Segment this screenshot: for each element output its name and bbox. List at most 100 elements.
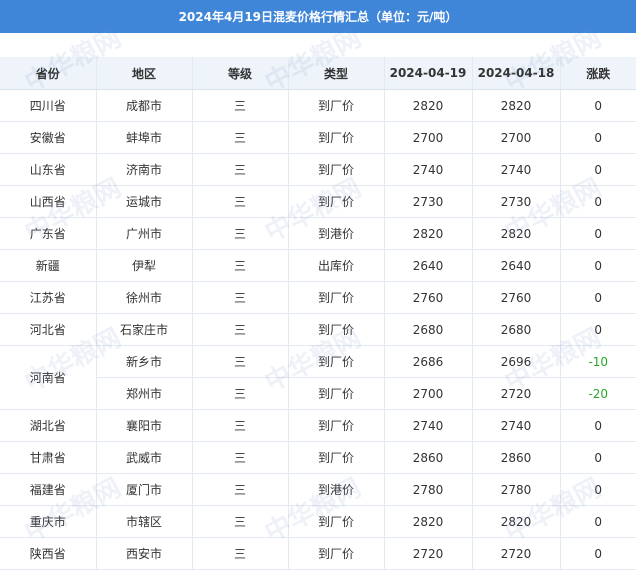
table-row: 山东省 济南市三到厂价 2740 2740 0 (0, 153, 636, 186)
cell-type: 到厂价 (288, 377, 385, 410)
cell-price-0419: 2700 (384, 121, 473, 154)
cell-price-0418: 2720 (472, 377, 561, 410)
cell-grade: 三 (192, 89, 289, 122)
cell-region: 市辖区 (96, 505, 193, 538)
table-header-row: 省份 地区 等级 类型 2024-04-19 2024-04-18 涨跌 (0, 57, 636, 90)
cell-type: 出库价 (288, 249, 385, 282)
table-row: 河北省 石家庄市三到厂价 2680 2680 0 (0, 313, 636, 346)
cell-region: 成都市 (96, 89, 193, 122)
cell-price-0418: 2696 (472, 345, 561, 378)
cell-province: 江苏省 (0, 281, 97, 314)
cell-price-0418: 2740 (472, 409, 561, 442)
cell-type: 到厂价 (288, 185, 385, 218)
cell-grade: 三 (192, 249, 289, 282)
cell-type: 到厂价 (288, 313, 385, 346)
header-region: 地区 (96, 57, 193, 90)
cell-grade: 三 (192, 313, 289, 346)
cell-province: 福建省 (0, 473, 97, 506)
table-row: 福建省 厦门市三到港价 2780 2780 0 (0, 473, 636, 506)
cell-change: 0 (560, 473, 636, 506)
cell-region: 石家庄市 (96, 313, 193, 346)
cell-grade: 三 (192, 153, 289, 186)
header-type: 类型 (288, 57, 385, 90)
table-row: 山西省 运城市三到厂价 2730 2730 0 (0, 185, 636, 218)
cell-region: 西安市 (96, 537, 193, 570)
cell-province: 山西省 (0, 185, 97, 218)
cell-type: 到厂价 (288, 121, 385, 154)
cell-province: 新疆 (0, 249, 97, 282)
table-row: 江苏省 徐州市三到厂价 2760 2760 0 (0, 281, 636, 314)
table-row: 重庆市 市辖区三到厂价 2820 2820 0 (0, 505, 636, 538)
cell-province: 安徽省 (0, 121, 97, 154)
cell-change: 0 (560, 121, 636, 154)
cell-region: 郑州市 (96, 377, 193, 410)
cell-type: 到厂价 (288, 281, 385, 314)
cell-province: 河北省 (0, 313, 97, 346)
cell-province: 重庆市 (0, 505, 97, 538)
cell-region: 广州市 (96, 217, 193, 250)
cell-price-0418: 2760 (472, 281, 561, 314)
page-title: 2024年4月19日混麦价格行情汇总（单位：元/吨） (0, 0, 636, 33)
cell-type: 到厂价 (288, 441, 385, 474)
cell-price-0419: 2640 (384, 249, 473, 282)
cell-price-0419: 2680 (384, 313, 473, 346)
cell-region: 运城市 (96, 185, 193, 218)
cell-price-0418: 2860 (472, 441, 561, 474)
header-date-0418: 2024-04-18 (472, 57, 561, 90)
cell-grade: 三 (192, 537, 289, 570)
cell-grade: 三 (192, 281, 289, 314)
header-date-0419: 2024-04-19 (384, 57, 473, 90)
cell-grade: 三 (192, 441, 289, 474)
cell-price-0419: 2760 (384, 281, 473, 314)
cell-province: 广东省 (0, 217, 97, 250)
table-row: 郑州市三到厂价 2700 2720 -20 (0, 377, 636, 410)
cell-change: 0 (560, 505, 636, 538)
cell-change: 0 (560, 313, 636, 346)
cell-change: 0 (560, 441, 636, 474)
cell-grade: 三 (192, 185, 289, 218)
cell-price-0418: 2680 (472, 313, 561, 346)
table-row: 广东省 广州市三到港价 2820 2820 0 (0, 217, 636, 250)
cell-type: 到厂价 (288, 409, 385, 442)
cell-price-0419: 2780 (384, 473, 473, 506)
cell-price-0419: 2740 (384, 153, 473, 186)
cell-price-0418: 2780 (472, 473, 561, 506)
cell-region: 襄阳市 (96, 409, 193, 442)
cell-type: 到厂价 (288, 505, 385, 538)
cell-price-0419: 2686 (384, 345, 473, 378)
table-row: 新疆 伊犁三出库价 2640 2640 0 (0, 249, 636, 282)
table-row: 四川省 成都市三到厂价 2820 2820 0 (0, 89, 636, 122)
cell-grade: 三 (192, 473, 289, 506)
cell-grade: 三 (192, 377, 289, 410)
cell-grade: 三 (192, 217, 289, 250)
cell-price-0419: 2730 (384, 185, 473, 218)
cell-type: 到港价 (288, 473, 385, 506)
cell-price-0419: 2720 (384, 537, 473, 570)
header-province: 省份 (0, 57, 97, 90)
cell-change: 0 (560, 409, 636, 442)
cell-type: 到港价 (288, 217, 385, 250)
cell-price-0419: 2820 (384, 217, 473, 250)
cell-grade: 三 (192, 345, 289, 378)
cell-type: 到厂价 (288, 345, 385, 378)
cell-price-0419: 2860 (384, 441, 473, 474)
cell-price-0419: 2700 (384, 377, 473, 410)
cell-price-0418: 2700 (472, 121, 561, 154)
cell-type: 到厂价 (288, 153, 385, 186)
cell-price-0418: 2820 (472, 505, 561, 538)
cell-change: 0 (560, 281, 636, 314)
cell-province: 湖北省 (0, 409, 97, 442)
cell-region: 徐州市 (96, 281, 193, 314)
cell-grade: 三 (192, 409, 289, 442)
cell-price-0418: 2720 (472, 537, 561, 570)
header-grade: 等级 (192, 57, 289, 90)
cell-region: 厦门市 (96, 473, 193, 506)
cell-type: 到厂价 (288, 89, 385, 122)
table-row: 湖北省 襄阳市三到厂价 2740 2740 0 (0, 409, 636, 442)
cell-region: 新乡市 (96, 345, 193, 378)
cell-region: 武威市 (96, 441, 193, 474)
spacer (0, 33, 636, 57)
cell-change: -20 (560, 377, 636, 410)
cell-grade: 三 (192, 121, 289, 154)
table-row: 陕西省 西安市三到厂价 2720 2720 0 (0, 537, 636, 570)
